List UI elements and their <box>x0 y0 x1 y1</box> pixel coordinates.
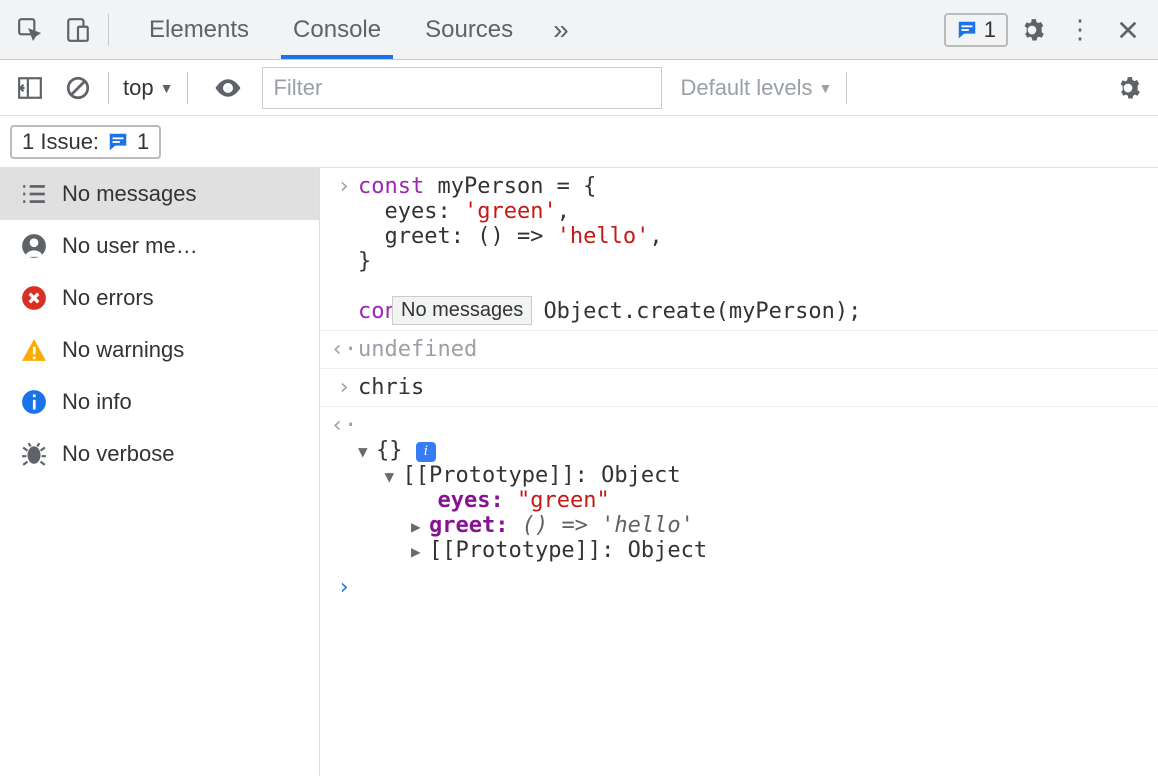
info-icon <box>20 388 48 416</box>
message-icon <box>956 19 978 41</box>
sidebar-item-user[interactable]: No user me… <box>0 220 319 272</box>
input-marker-icon: › <box>330 375 358 400</box>
sidebar-item-label: No verbose <box>62 441 175 467</box>
issues-bar: 1 Issue: 1 <box>0 116 1158 168</box>
user-icon <box>20 232 48 260</box>
sidebar-item-verbose[interactable]: No verbose <box>0 428 319 480</box>
kebab-menu-icon[interactable]: ⋮ <box>1056 8 1104 52</box>
clear-console-icon[interactable] <box>54 66 102 110</box>
disclosure-right-icon[interactable]: ▶ <box>411 517 429 536</box>
sidebar-item-label: No errors <box>62 285 154 311</box>
sidebar-item-errors[interactable]: No errors <box>0 272 319 324</box>
prop-value: () => 'hello' <box>522 513 694 538</box>
levels-label: Default levels <box>680 75 812 101</box>
filter-input[interactable] <box>262 67 662 109</box>
tooltip: No messages <box>392 296 532 325</box>
input-marker-icon: › <box>330 174 358 324</box>
console-prompt[interactable]: › <box>320 569 1158 606</box>
console-output: › const myPerson = { eyes: 'green', gree… <box>320 168 1158 776</box>
settings-icon[interactable] <box>1008 8 1056 52</box>
issues-label: 1 Issue: <box>22 129 99 155</box>
tab-console[interactable]: Console <box>271 0 403 59</box>
sidebar-item-label: No info <box>62 389 132 415</box>
prop-value: "green" <box>517 488 610 513</box>
separator <box>187 72 188 104</box>
sidebar-item-label: No user me… <box>62 233 198 259</box>
error-icon <box>20 284 48 312</box>
sidebar-item-label: No messages <box>62 181 197 207</box>
console-code: chris <box>358 375 1148 400</box>
context-selector[interactable]: top ▼ <box>115 75 181 101</box>
separator <box>108 72 109 104</box>
object-tree[interactable]: ▼{} i ▼[[Prototype]]: Object eyes: "gree… <box>358 413 1148 563</box>
chevron-down-icon: ▼ <box>160 80 174 96</box>
bug-icon <box>20 440 48 468</box>
live-expression-icon[interactable] <box>204 66 252 110</box>
output-marker-icon: ‹· <box>330 337 358 362</box>
sidebar-item-label: No warnings <box>62 337 184 363</box>
issues-pill-count: 1 <box>137 129 149 155</box>
message-icon <box>107 131 129 153</box>
message-filter-sidebar: No messages No user me… No errors No war… <box>0 168 320 776</box>
sidebar-item-warnings[interactable]: No warnings <box>0 324 319 376</box>
console-input-line[interactable] <box>358 575 1148 600</box>
warning-icon <box>20 336 48 364</box>
output-marker-icon: ‹· <box>330 413 358 563</box>
device-toolbar-icon[interactable] <box>54 8 102 52</box>
object-head: {} <box>376 438 403 463</box>
more-tabs-icon[interactable]: » <box>535 0 587 59</box>
console-input-entry[interactable]: › chris <box>320 369 1158 407</box>
prototype-label: [[Prototype]]: Object <box>429 538 707 563</box>
console-toolbar: top ▼ Default levels ▼ <box>0 60 1158 116</box>
list-icon <box>20 180 48 208</box>
separator <box>108 14 109 46</box>
prototype-label: [[Prototype]]: Object <box>403 463 681 488</box>
chevron-down-icon: ▼ <box>819 80 833 96</box>
context-label: top <box>123 75 154 101</box>
devtools-topbar: Elements Console Sources » 1 ⋮ <box>0 0 1158 60</box>
close-icon[interactable] <box>1104 8 1152 52</box>
inspect-element-icon[interactable] <box>6 8 54 52</box>
sidebar-item-messages[interactable]: No messages <box>0 168 319 220</box>
tab-elements[interactable]: Elements <box>127 0 271 59</box>
disclosure-down-icon[interactable]: ▼ <box>358 442 376 461</box>
disclosure-down-icon[interactable]: ▼ <box>385 467 403 486</box>
prompt-marker-icon: › <box>330 575 358 600</box>
sidebar-item-info[interactable]: No info <box>0 376 319 428</box>
console-result-entry: ‹· undefined <box>320 331 1158 369</box>
issues-pill[interactable]: 1 Issue: 1 <box>10 125 161 159</box>
console-result: undefined <box>358 337 1148 362</box>
tab-sources[interactable]: Sources <box>403 0 535 59</box>
prop-key: greet: <box>429 513 522 538</box>
main-area: No messages No user me… No errors No war… <box>0 168 1158 776</box>
prop-key: eyes: <box>437 488 516 513</box>
toggle-sidebar-icon[interactable] <box>6 66 54 110</box>
console-settings-icon[interactable] <box>1104 66 1152 110</box>
console-object-entry[interactable]: ‹· ▼{} i ▼[[Prototype]]: Object eyes: "g… <box>320 407 1158 569</box>
info-badge-icon[interactable]: i <box>416 442 436 462</box>
panel-tabs: Elements Console Sources » <box>127 0 587 59</box>
log-levels-selector[interactable]: Default levels ▼ <box>680 75 832 101</box>
disclosure-right-icon[interactable]: ▶ <box>411 542 429 561</box>
issues-badge[interactable]: 1 <box>944 13 1008 47</box>
issues-count: 1 <box>984 17 996 43</box>
separator <box>846 72 847 104</box>
